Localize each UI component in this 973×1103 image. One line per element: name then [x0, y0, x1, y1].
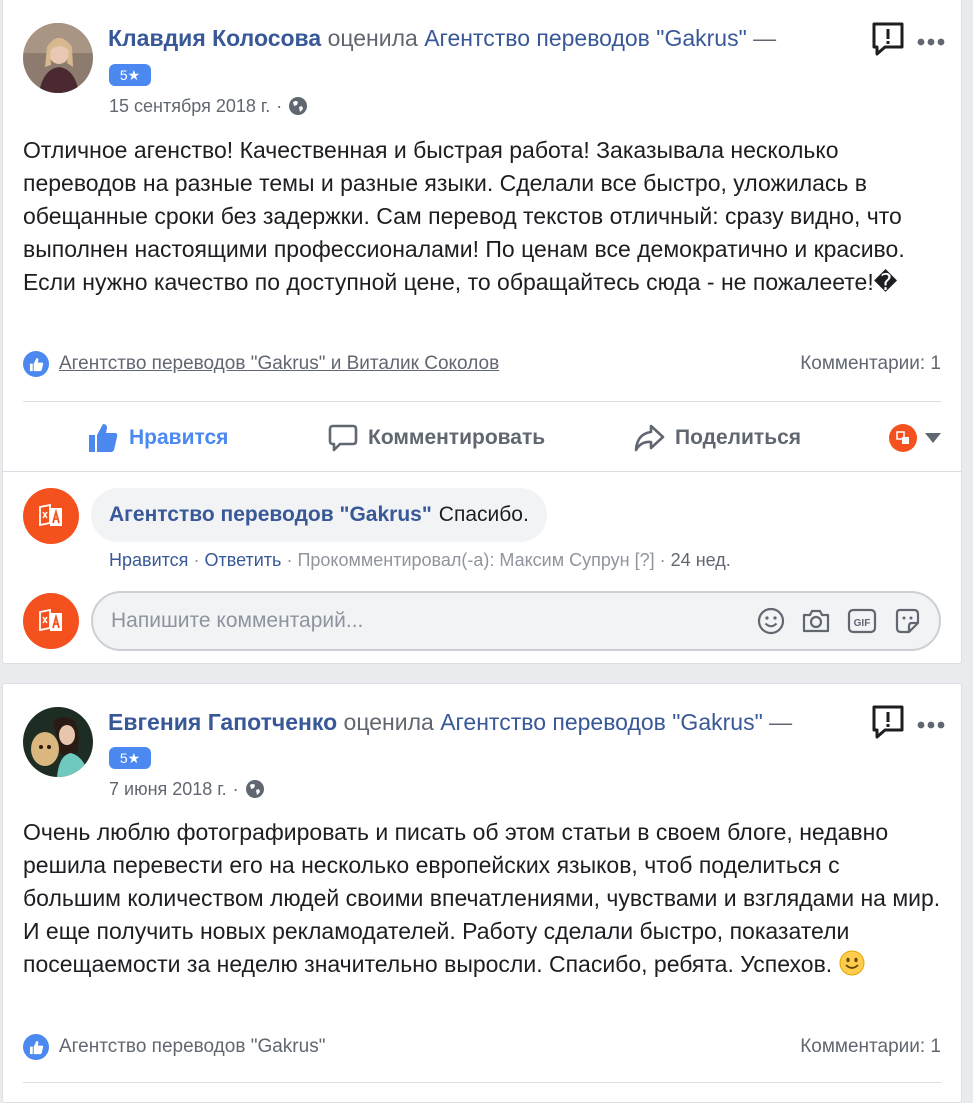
more-options-icon[interactable] [917, 33, 945, 51]
brand-avatar [23, 593, 79, 649]
comment-like-link[interactable]: Нравится [109, 550, 188, 570]
globe-icon [245, 780, 264, 798]
post-as-selector[interactable] [889, 424, 941, 452]
likers-list[interactable]: Агентство переводов "Gakrus" [59, 1036, 325, 1058]
date-line: 7 июня 2018 г. · [109, 777, 265, 801]
like-button[interactable]: Нравится [87, 422, 228, 454]
divider [3, 471, 961, 472]
share-icon [634, 424, 665, 452]
brand-logo-icon [39, 608, 62, 632]
divider [23, 401, 941, 402]
date-separator: · [276, 96, 283, 116]
comment-input[interactable]: Напишите комментарий... [111, 609, 757, 633]
reactions-bar: Агентство переводов "Gakrus" и Виталик С… [23, 351, 941, 377]
action-bar: Нравится Комментировать Поделиться [23, 409, 941, 467]
comment-button[interactable]: Комментировать [328, 423, 545, 453]
dash: — [753, 25, 777, 51]
avatar[interactable] [23, 23, 93, 93]
share-button[interactable]: Поделиться [633, 423, 801, 453]
commented-by: Прокомментировал(-а): Максим Супрун [297, 550, 630, 570]
date-separator: · [232, 779, 239, 799]
review-header: Евгения Гапотченко оценила Агентство пер… [108, 707, 831, 737]
help-link[interactable]: [?] [635, 550, 655, 570]
separator: · [286, 550, 293, 570]
comment-meta: Нравится · Ответить · Прокомментировал(-… [109, 550, 731, 571]
more-options-icon[interactable] [917, 716, 945, 734]
review-text: Очень люблю фотографировать и писать об … [23, 816, 941, 981]
camera-icon[interactable] [801, 607, 831, 635]
brand-logo-icon [39, 503, 62, 527]
post-date[interactable]: 15 сентября 2018 г. [109, 94, 270, 118]
comment-age[interactable]: 24 нед. [671, 550, 731, 570]
emoji-icon[interactable] [757, 607, 785, 635]
page-link[interactable]: Агентство переводов "Gakrus" [424, 25, 747, 51]
rating-badge: 5★ [109, 747, 151, 769]
dash: — [769, 709, 793, 735]
page-link[interactable]: Агентство переводов "Gakrus" [440, 709, 763, 735]
like-reaction-icon [23, 351, 49, 377]
reactions-bar: Агентство переводов "Gakrus" Комментарии… [23, 1034, 941, 1060]
avatar[interactable] [23, 707, 93, 777]
separator: · [659, 550, 666, 570]
post-date[interactable]: 7 июня 2018 г. [109, 777, 227, 801]
thumbs-up-icon [89, 424, 118, 452]
verb: оценила [327, 25, 418, 51]
author-name[interactable]: Клавдия Колосова [108, 25, 321, 51]
globe-icon [289, 97, 308, 115]
review-header: Клавдия Колосова оценила Агентство перев… [108, 23, 831, 53]
gif-icon[interactable]: GIF [847, 607, 877, 635]
rating-badge: 5★ [109, 64, 151, 86]
brand-logo-icon [889, 424, 917, 452]
review-text: Отличное агенство! Качественная и быстра… [23, 137, 905, 295]
comments-count[interactable]: Комментарии: 1 [800, 1036, 941, 1058]
sticker-icon[interactable] [893, 607, 921, 635]
comments-count[interactable]: Комментарии: 1 [800, 353, 941, 375]
comment-author[interactable]: Агентство переводов "Gakrus" [109, 503, 432, 527]
reply-link[interactable]: Ответить [204, 550, 281, 570]
separator: · [193, 550, 200, 570]
like-reaction-icon [23, 1034, 49, 1060]
smile-emoji-icon [839, 950, 865, 976]
svg-text:GIF: GIF [854, 618, 871, 629]
comment-icon [328, 424, 358, 452]
comment-composer[interactable]: Напишите комментарий... GIF [91, 591, 941, 651]
report-icon[interactable] [871, 704, 905, 745]
review-card: Клавдия Колосова оценила Агентство перев… [2, 0, 962, 664]
share-label: Поделиться [675, 426, 802, 449]
likers-list[interactable]: Агентство переводов "Gakrus" и Виталик С… [59, 353, 499, 375]
review-text-content: Очень люблю фотографировать и писать об … [23, 819, 941, 977]
chevron-down-icon [925, 433, 941, 443]
date-line: 15 сентября 2018 г. · [109, 94, 308, 118]
author-name[interactable]: Евгения Гапотченко [108, 709, 337, 735]
verb: оценила [343, 709, 434, 735]
review-card: Евгения Гапотченко оценила Агентство пер… [2, 683, 962, 1103]
brand-avatar[interactable] [23, 488, 79, 544]
comment-label: Комментировать [368, 426, 546, 449]
comment-bubble: Агентство переводов "Gakrus" Спасибо. [91, 488, 547, 542]
like-label: Нравится [129, 426, 229, 449]
report-icon[interactable] [871, 21, 905, 62]
comment-text: Спасибо. [438, 503, 529, 526]
divider [23, 1082, 941, 1083]
